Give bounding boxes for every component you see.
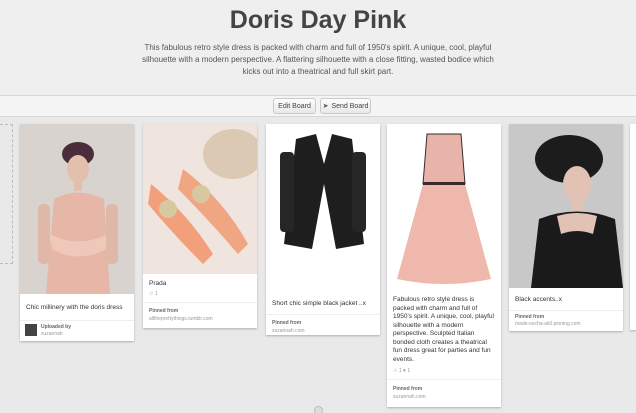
pin-description: Prada	[149, 280, 167, 287]
pin-card[interactable]: Short chic simple black jacket ..x Pinne…	[266, 124, 380, 335]
pin-placeholder	[0, 124, 13, 264]
pin-image	[143, 124, 257, 274]
pin-image	[509, 124, 623, 288]
pin-meta-source[interactable]: alltheprettythings.tumblr.com	[149, 316, 213, 322]
pin-card[interactable]: Prada ♲ 1 Pinned from alltheprettythings…	[143, 124, 257, 328]
pin-card[interactable]: Fabulous retro style dress is packed wit…	[387, 124, 501, 407]
pin-description: Fabulous retro style dress is packed wit…	[393, 296, 494, 363]
send-board-button[interactable]: ➤ Send Board	[320, 98, 371, 114]
pin-meta-title: Pinned from	[272, 320, 302, 326]
edit-board-button[interactable]: Edit Board	[273, 98, 316, 114]
pin-image	[266, 124, 380, 264]
board-toolbar: Edit Board ➤ Send Board	[0, 95, 636, 117]
pin-meta-source[interactable]: suzannah.com	[393, 394, 426, 400]
pin-meta-title: Uploaded by	[41, 324, 72, 330]
board-description: This fabulous retro style dress is packe…	[142, 43, 494, 76]
pin-description: Black accents..x	[515, 296, 562, 303]
pin-image	[387, 124, 501, 289]
edit-board-label: Edit Board	[278, 102, 311, 110]
pin-stats: ♲ 1 ♥ 1	[393, 368, 411, 374]
scroll-indicator	[314, 406, 323, 413]
paper-plane-icon: ➤	[322, 103, 329, 110]
board-title: Doris Day Pink	[229, 6, 407, 34]
avatar[interactable]	[25, 324, 37, 336]
pin-meta-source[interactable]: suzannah.com	[272, 328, 305, 334]
pin-stats: ♲ 1	[149, 291, 158, 297]
pin-meta-source[interactable]: made-oscha-ak0.pinning.com	[515, 321, 581, 327]
pin-divider	[509, 310, 623, 311]
pin-meta-title: Pinned from	[393, 386, 423, 392]
pin-image	[20, 124, 134, 294]
send-board-label: Send Board	[331, 102, 369, 110]
pin-divider	[20, 320, 134, 321]
pin-card[interactable]: Chic millinery with the doris dress Uplo…	[20, 124, 134, 341]
pin-meta-title: Pinned from	[149, 308, 179, 314]
pin-divider	[387, 379, 501, 380]
pin-description: Short chic simple black jacket ..x	[272, 300, 366, 307]
pin-meta-title: Pinned from	[515, 314, 545, 320]
pin-divider	[143, 302, 257, 303]
pin-card-partial[interactable]	[630, 124, 636, 330]
board-header: Doris Day Pink This fabulous retro style…	[0, 0, 636, 95]
pin-meta-source[interactable]: suzannah	[41, 331, 63, 337]
pin-card[interactable]: Black accents..x Pinned from made-oscha-…	[509, 124, 623, 331]
pin-divider	[266, 314, 380, 315]
pin-description: Chic millinery with the doris dress	[26, 304, 123, 311]
